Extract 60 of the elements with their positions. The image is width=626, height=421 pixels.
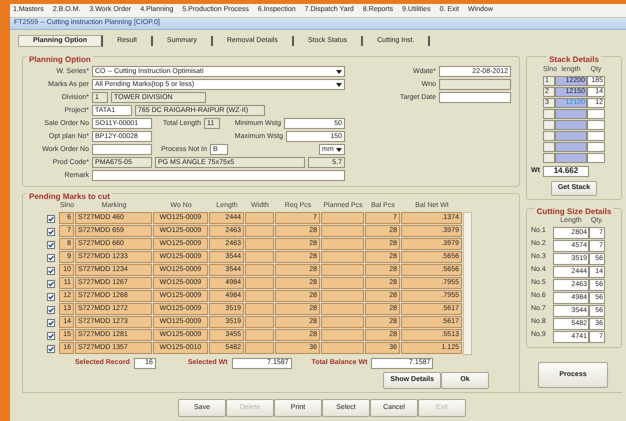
- table-cell: [321, 303, 364, 316]
- group-title: Stack Details: [547, 55, 601, 65]
- checkbox[interactable]: [47, 266, 55, 275]
- group-title: Cutting Size Details: [534, 206, 614, 216]
- checkbox[interactable]: [47, 228, 55, 236]
- scrollbar[interactable]: [463, 212, 472, 356]
- table-cell: [543, 152, 555, 163]
- input-field[interactable]: [439, 92, 511, 104]
- table-cell: [321, 238, 364, 250]
- table-cell: [555, 130, 587, 141]
- table-cell: [555, 108, 587, 119]
- table-cell: [321, 251, 364, 264]
- table-cell: [587, 108, 605, 119]
- table-cell: [245, 238, 274, 250]
- table-cell: [587, 142, 605, 152]
- table-cell: [555, 152, 587, 163]
- group-title: Planning Option: [27, 55, 93, 65]
- table-cell: [321, 212, 364, 224]
- table-cell: [245, 290, 274, 302]
- table-cell: [245, 251, 274, 264]
- checkbox[interactable]: [47, 254, 55, 262]
- table-cell: [245, 316, 274, 328]
- checkbox[interactable]: [47, 240, 55, 249]
- caret-icon: [336, 70, 342, 74]
- table-cell: [321, 277, 364, 290]
- caret-icon: [336, 82, 342, 87]
- table-cell: [587, 120, 605, 130]
- table-cell: [321, 290, 364, 302]
- table-cell: [245, 277, 274, 290]
- group-title: Pending Marks to cut: [27, 192, 112, 202]
- table-cell: [245, 342, 274, 354]
- checkbox[interactable]: [47, 306, 55, 314]
- table-cell: [245, 329, 274, 342]
- table-cell: [321, 342, 364, 354]
- table-cell: [587, 152, 605, 163]
- table-cell: [555, 120, 587, 130]
- table-cell: [321, 329, 364, 342]
- caret-icon: [336, 148, 342, 152]
- table-cell: [555, 142, 587, 152]
- checkbox[interactable]: [47, 214, 55, 223]
- table-cell: [245, 303, 274, 316]
- checkbox[interactable]: [47, 332, 55, 340]
- table-cell: [543, 130, 555, 141]
- table-cell: [543, 108, 555, 119]
- table-cell: [543, 120, 555, 130]
- table-cell: [543, 142, 555, 152]
- checkbox[interactable]: [47, 292, 55, 301]
- table-cell: [245, 225, 274, 238]
- table-cell: [587, 130, 605, 141]
- input-field[interactable]: 14.662: [542, 166, 589, 177]
- input-field[interactable]: [92, 170, 345, 182]
- table-cell: [245, 212, 274, 224]
- checkbox[interactable]: [47, 318, 55, 327]
- table-cell: [245, 264, 274, 276]
- checkbox[interactable]: [47, 344, 55, 353]
- checkbox[interactable]: [47, 280, 55, 288]
- table-cell: [321, 264, 364, 276]
- input-field[interactable]: [92, 144, 152, 156]
- table-cell: [321, 316, 364, 328]
- table-cell: [321, 225, 364, 238]
